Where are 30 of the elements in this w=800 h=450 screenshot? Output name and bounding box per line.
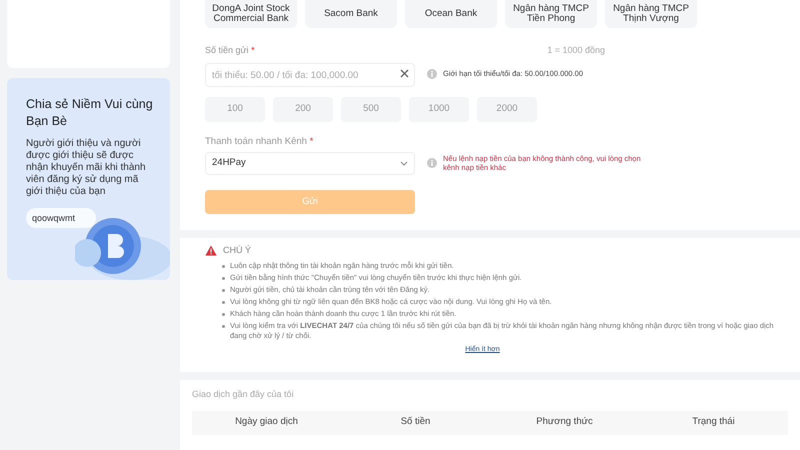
bank-option[interactable]: Ocean Bank <box>405 0 497 28</box>
column-header: Phương thức <box>536 415 593 430</box>
bullet-icon <box>222 288 225 292</box>
bank-option[interactable]: Ngân hàng TMCP Tiền Phong <box>505 0 597 28</box>
exchange-rate: 1 = 1000 đồng <box>547 44 605 57</box>
clear-icon[interactable] <box>400 69 409 78</box>
bullet-icon <box>222 312 225 316</box>
warning-icon <box>205 245 217 256</box>
column-header: Số tiền <box>400 415 430 430</box>
info-icon <box>427 68 437 78</box>
chevron-down-icon <box>400 160 408 166</box>
referral-title: Chia sẻ Niềm Vui cùng Bạn Bè <box>26 96 154 130</box>
notice-title: CHÚ Ý <box>223 244 252 257</box>
bullet-icon <box>222 324 225 328</box>
channel-label: Thanh toán nhanh Kênh * <box>205 134 314 148</box>
amount-label: Số tiền gửi * <box>205 44 255 57</box>
amount-field[interactable]: tối thiểu: 50.00 / tối đa: 100,000.00 <box>205 63 415 87</box>
bullet-icon <box>222 264 225 268</box>
referral-code-field[interactable]: qoowqwmt <box>26 208 96 228</box>
bullet-icon <box>222 300 225 304</box>
bullet-icon <box>222 276 225 280</box>
column-header: Ngày giao dịch <box>235 415 298 430</box>
bank-option[interactable]: Sacom Bank <box>305 0 397 28</box>
bank-option[interactable]: DongA Joint Stock Commercial Bank <box>205 0 297 28</box>
info-icon <box>427 158 437 168</box>
referral-description: Người giới thiệu và người được giới thiệu sẽ được nhận khuyến mãi khi thành viên đăng ký sử dụng mã giới thiệu của bạn <box>26 138 147 198</box>
bank-option[interactable]: Ngân hàng TMCP Thịnh Vượng <box>605 0 697 28</box>
column-header: Trạng thái <box>692 415 735 430</box>
history-title: Giao dịch gần đây của tôi <box>192 388 295 401</box>
channel-select[interactable]: 24HPay <box>205 152 415 175</box>
